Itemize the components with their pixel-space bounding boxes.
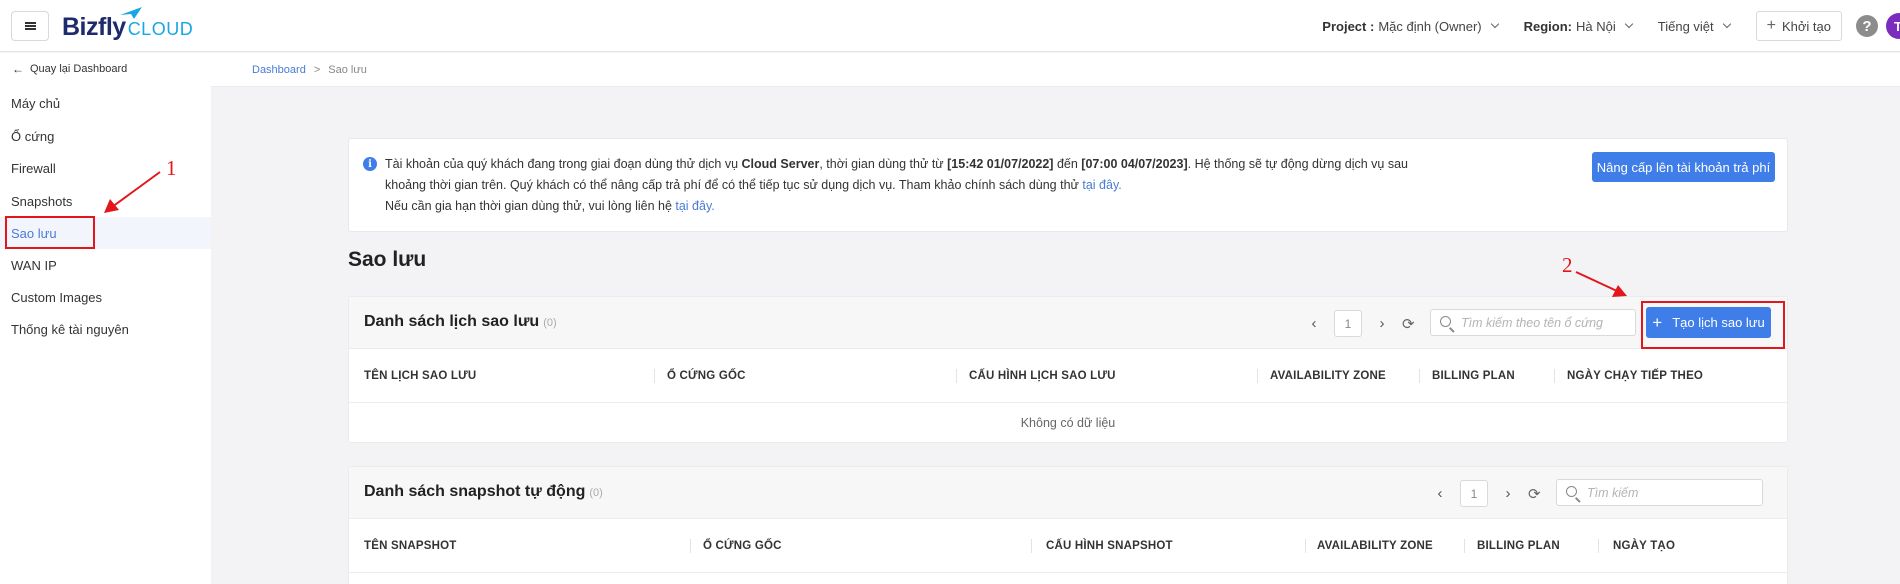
backup-search-input[interactable] (1461, 315, 1635, 330)
header-controls: Project : Mặc định (Owner) Region: Hà Nộ… (1322, 0, 1900, 52)
paper-plane-icon (120, 7, 142, 19)
upgrade-account-button[interactable]: Nâng cấp lên tài khoản trả phí (1592, 152, 1775, 182)
column-header[interactable]: AVAILABILITY ZONE (1317, 519, 1433, 573)
annotation-label-2: 2 (1562, 253, 1573, 277)
sidebar-item-resource-stats[interactable]: Thống kê tài nguyên (0, 313, 211, 345)
sidebar-item-firewall[interactable]: Firewall (0, 152, 211, 184)
snapshot-search-box[interactable] (1556, 479, 1763, 506)
chevron-down-icon (1722, 19, 1731, 29)
column-divider (1419, 369, 1420, 383)
column-header[interactable]: CẤU HÌNH LỊCH SAO LƯU (969, 349, 1116, 403)
sidebar-item-snapshots[interactable]: Snapshots (0, 185, 211, 217)
table-header: TÊN SNAPSHOT Ổ CỨNG GỐC CẤU HÌNH SNAPSHO… (349, 519, 1787, 573)
sidebar: ← Quay lại Dashboard Máy chủ Ổ cứng Fire… (0, 53, 211, 584)
backup-search-box[interactable] (1430, 309, 1636, 336)
logo-subtext: CLOUD (127, 19, 194, 39)
column-header[interactable]: Ổ CỨNG GỐC (703, 519, 782, 573)
auto-snapshot-panel: Danh sách snapshot tự động(0) ‹ 1 › ⟳ TÊ… (348, 466, 1788, 584)
column-header[interactable]: NGÀY TẠO (1613, 519, 1675, 573)
logo-text: Bizfly (62, 13, 126, 41)
region-selector[interactable]: Region: Hà Nội (1524, 19, 1634, 34)
empty-state: Không có dữ liệu (1020, 416, 1116, 430)
search-icon (1440, 316, 1451, 327)
trial-policy-link[interactable]: tại đây. (1082, 178, 1121, 192)
chevron-down-icon (1624, 19, 1634, 29)
column-divider (1464, 539, 1465, 553)
sidebar-item-wan-ip[interactable]: WAN IP (0, 249, 211, 281)
column-divider (654, 369, 655, 383)
column-divider (1305, 539, 1306, 553)
column-header[interactable]: TÊN LỊCH SAO LƯU (364, 349, 476, 403)
breadcrumb-dashboard-link[interactable]: Dashboard (252, 64, 306, 76)
language-selector[interactable]: Tiếng việt (1658, 19, 1731, 34)
chevron-down-icon (1490, 19, 1499, 29)
breadcrumb-current: Sao lưu (328, 63, 367, 76)
pagination: ‹ 1 › ⟳ (1434, 480, 1541, 507)
column-divider (1598, 539, 1599, 553)
column-divider (1257, 369, 1258, 383)
page-number[interactable]: 1 (1460, 480, 1488, 507)
sidebar-item-servers[interactable]: Máy chủ (0, 87, 211, 119)
info-icon: i (363, 157, 377, 171)
hamburger-icon (24, 22, 36, 30)
refresh-icon[interactable]: ⟳ (1528, 485, 1541, 503)
pagination: ‹ 1 › ⟳ (1308, 310, 1415, 337)
search-icon (1566, 486, 1577, 497)
item-count: (0) (543, 317, 557, 329)
annotation-highlight-box (5, 216, 95, 249)
sidebar-item-custom-images[interactable]: Custom Images (0, 281, 211, 313)
refresh-icon[interactable]: ⟳ (1402, 315, 1415, 333)
arrow-left-icon: ← (12, 62, 24, 76)
contact-link[interactable]: tại đây. (675, 199, 714, 213)
help-icon[interactable]: ? (1856, 15, 1878, 37)
next-page-icon[interactable]: › (1502, 485, 1514, 502)
menu-toggle-button[interactable] (11, 11, 49, 41)
column-header[interactable]: BILLING PLAN (1432, 349, 1515, 403)
top-header: Bizfly CLOUD Project : Mặc định (Owner) … (0, 0, 1900, 52)
column-divider (1554, 369, 1555, 383)
column-divider (1031, 539, 1032, 553)
prev-page-icon[interactable]: ‹ (1434, 485, 1446, 502)
back-to-dashboard-link[interactable]: ← Quay lại Dashboard (12, 62, 127, 76)
panel-title: Danh sách snapshot tự động (0) (364, 483, 603, 500)
breadcrumb: Dashboard > Sao lưu (211, 53, 1900, 87)
column-header[interactable]: TÊN SNAPSHOT (364, 519, 457, 573)
prev-page-icon[interactable]: ‹ (1308, 315, 1320, 332)
snapshot-search-input[interactable] (1587, 485, 1762, 500)
column-divider (956, 369, 957, 383)
next-page-icon[interactable]: › (1376, 315, 1388, 332)
page-number[interactable]: 1 (1334, 310, 1362, 337)
item-count: (0) (589, 487, 603, 499)
panel-header: Danh sách snapshot tự động (0) ‹ 1 › ⟳ (349, 467, 1787, 519)
annotation-label-1: 1 (166, 156, 177, 180)
backup-schedule-panel: Danh sách lịch sao lưu(0) ‹ 1 › ⟳ + Tạo … (348, 296, 1788, 443)
bizfly-logo[interactable]: Bizfly CLOUD (62, 7, 194, 42)
panel-title: Danh sách lịch sao lưu (0) (364, 313, 557, 330)
panel-header: Danh sách lịch sao lưu(0) ‹ 1 › ⟳ + Tạo … (349, 297, 1787, 349)
trial-notice-banner: i Tài khoản của quý khách đang trong gia… (348, 138, 1788, 232)
column-header[interactable]: AVAILABILITY ZONE (1270, 349, 1386, 403)
plus-icon: + (1766, 17, 1776, 34)
column-header[interactable]: Ổ CỨNG GỐC (667, 349, 746, 403)
annotation-arrow-2 (1575, 271, 1627, 297)
trial-notice-text: Tài khoản của quý khách đang trong giai … (385, 157, 1408, 213)
page-title: Sao lưu (348, 248, 427, 271)
sidebar-item-disks[interactable]: Ổ cứng (0, 120, 211, 152)
table-header: TÊN LỊCH SAO LƯU Ổ CỨNG GỐC CẤU HÌNH LỊC… (349, 349, 1787, 403)
breadcrumb-separator: > (313, 63, 321, 76)
annotation-highlight-box (1641, 301, 1785, 349)
user-avatar[interactable]: T (1886, 13, 1900, 39)
project-selector[interactable]: Project : Mặc định (Owner) (1322, 19, 1499, 34)
column-header[interactable]: CẤU HÌNH SNAPSHOT (1046, 519, 1173, 573)
column-header[interactable]: BILLING PLAN (1477, 519, 1560, 573)
column-divider (690, 539, 691, 553)
column-header[interactable]: NGÀY CHẠY TIẾP THEO (1567, 349, 1703, 403)
create-resource-button[interactable]: + Khởi tạo (1755, 11, 1842, 41)
